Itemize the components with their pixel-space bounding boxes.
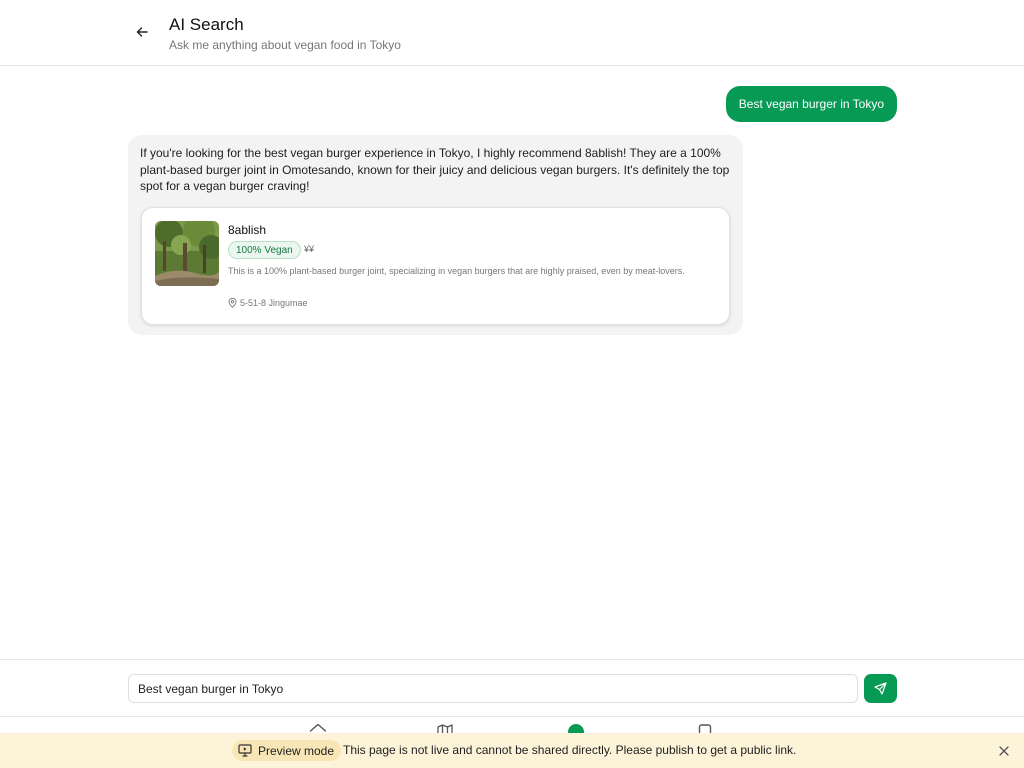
monitor-icon (238, 744, 252, 757)
close-icon (999, 746, 1009, 756)
location-pin-icon (228, 298, 237, 308)
preview-mode-label: Preview mode (258, 743, 335, 758)
user-message-bubble: Best vegan burger in Tokyo (725, 86, 897, 122)
restaurant-card[interactable]: 8ablish 100% Vegan ¥¥ This is a 100% pla… (141, 207, 730, 325)
vegan-badge: 100% Vegan (228, 241, 301, 259)
restaurant-name: 8ablish (228, 223, 267, 237)
price-level: ¥¥ (304, 244, 315, 254)
ai-message-bubble: If you're looking for the best vegan bur… (128, 135, 743, 335)
restaurant-address: 5-51-8 Jingumae (228, 298, 308, 308)
address-text: 5-51-8 Jingumae (240, 298, 308, 308)
send-icon (874, 682, 887, 695)
page-subtitle: Ask me anything about vegan food in Toky… (169, 38, 401, 52)
back-button[interactable] (132, 22, 152, 42)
bottom-navigation (0, 716, 1024, 734)
close-banner-button[interactable] (998, 744, 1010, 756)
preview-mode-pill: Preview mode (232, 740, 342, 761)
ai-message-text: If you're looking for the best vegan bur… (140, 146, 730, 193)
page-title: AI Search (169, 15, 244, 34)
preview-banner: Preview mode This page is not live and c… (0, 733, 1024, 768)
restaurant-description: This is a 100% plant-based burger joint,… (228, 266, 685, 276)
send-button[interactable] (864, 674, 897, 703)
preview-message: This page is not live and cannot be shar… (343, 743, 797, 757)
chat-input-bar (0, 659, 1024, 716)
chat-input[interactable] (128, 674, 858, 703)
arrow-left-icon (136, 27, 148, 37)
restaurant-thumbnail (155, 221, 219, 286)
app-header: AI Search Ask me anything about vegan fo… (0, 0, 1024, 66)
